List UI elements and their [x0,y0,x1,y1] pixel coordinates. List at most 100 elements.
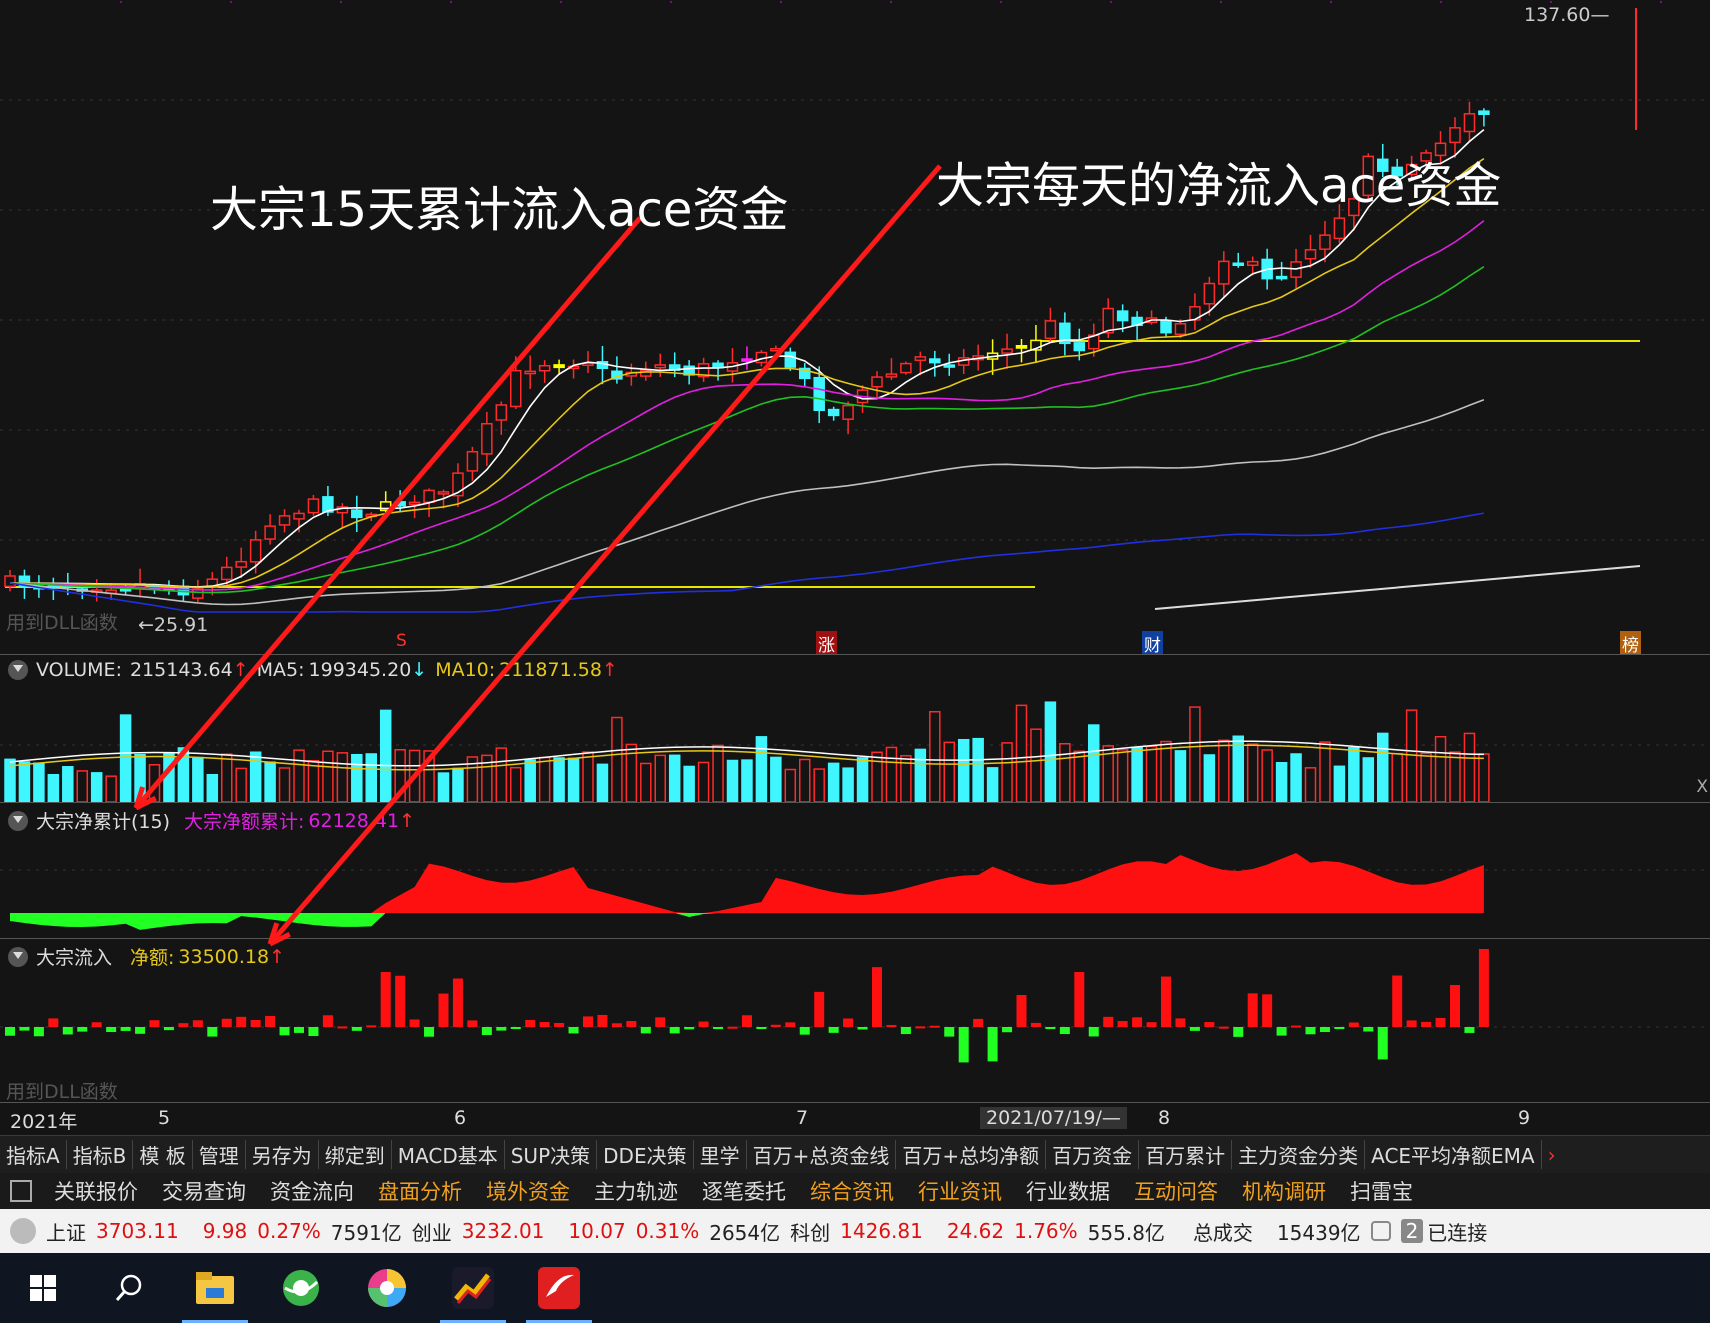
tabs-scroll-right-icon[interactable]: › [1542,1143,1562,1167]
candle-body [943,364,955,368]
volume-bar [322,750,334,802]
function-tab[interactable]: 逐笔委托 [690,1176,798,1206]
search-icon[interactable] [86,1253,172,1323]
indicator-tab[interactable]: 指标B [67,1140,134,1169]
function-tab[interactable]: 扫雷宝 [1338,1176,1425,1206]
function-tab[interactable]: 综合资讯 [798,1176,906,1206]
kline-chart[interactable] [0,0,1710,655]
candle-body [1102,307,1114,334]
marker-zhang[interactable]: 涨 [816,631,837,654]
daily-flow-pane[interactable]: 大宗流入 净额: 33500.18 ↑ 用到DLL函数 [0,939,1710,1103]
scroll-up-icon[interactable] [10,1218,36,1244]
indicator-tab[interactable]: 百万+总资金线 [747,1140,897,1169]
browser-icon[interactable] [258,1253,344,1323]
indicator-tab[interactable]: 另存为 [246,1140,319,1169]
sh-label[interactable]: 上证 [46,1217,86,1246]
candle-body [1333,217,1346,240]
volume-bar [206,773,219,802]
settings-icon[interactable] [1370,1221,1391,1241]
indicator-tab[interactable]: DDE决策 [597,1140,694,1169]
cy-label[interactable]: 创业 [412,1217,452,1246]
close-icon[interactable]: X [1696,777,1708,797]
flow-bar [5,1027,15,1036]
collapse-icon[interactable] [8,660,28,680]
candle-body [1073,342,1086,352]
color-wheel-icon[interactable] [344,1253,430,1323]
function-tab[interactable]: 行业数据 [1014,1176,1122,1206]
indicator-tab[interactable]: 指标A [0,1140,67,1169]
flow-bar [1146,1022,1157,1027]
flow-bar [1030,1022,1041,1027]
indicator-tab[interactable]: 模 板 [133,1140,193,1169]
candle-body [1304,249,1317,260]
marker-bang[interactable]: 榜 [1620,631,1641,654]
axis-month-9: 9 [1518,1107,1531,1129]
windows-start-icon[interactable] [0,1253,86,1323]
indicator-tab[interactable]: MACD基本 [392,1140,505,1169]
flow-bar [1291,1025,1302,1028]
volume-bar [1449,751,1461,802]
function-tab[interactable]: 盘面分析 [366,1176,474,1206]
volume-ma10-value: 211871.58 [499,659,602,681]
volume-bar [654,754,666,802]
function-tab[interactable]: 境外资金 [474,1176,582,1206]
function-tab[interactable]: 行业资讯 [906,1176,1014,1206]
volume-bar [986,767,999,802]
cum-header: 大宗净累计(15) 大宗净额累计: 62128.41 ↑ [8,807,415,834]
kline-pane[interactable]: 用到DLL函数 ←25.91 137.60— S 涨 财 榜 [0,0,1710,655]
indicator-tab[interactable]: 绑定到 [319,1140,392,1169]
flow-bar [1377,1027,1388,1060]
candle-body [914,356,927,362]
volume-value: 215143.64 [129,659,233,681]
candle-body [394,501,406,507]
flow-bar [452,978,463,1027]
indicator-tab[interactable]: SUP决策 [505,1140,598,1169]
flow-bar [713,1027,724,1029]
kc-label[interactable]: 科创 [790,1217,830,1246]
candle-body [1116,310,1129,322]
volume-bar [813,768,825,802]
panel-toggle-icon[interactable] [10,1180,32,1202]
volume-pane[interactable]: VOLUME: 215143.64 ↑ MA5: 199345.20 ↓ MA10:… [0,655,1710,803]
candle-body [1160,320,1172,334]
function-tab[interactable]: 资金流向 [258,1176,366,1206]
function-tab[interactable]: 主力轨迹 [582,1176,690,1206]
flow-bar [1348,1022,1359,1027]
candle-body [871,376,883,388]
volume-bar [726,759,739,802]
collapse-icon[interactable] [8,946,28,967]
marker-s[interactable]: S [396,631,407,651]
file-explorer-icon[interactable] [172,1253,258,1323]
indicator-tab[interactable]: ACE平均净额EMA [1365,1140,1542,1169]
volume-bar [1348,746,1360,802]
flow-bar [539,1022,550,1027]
indicator-tab[interactable]: 百万累计 [1139,1140,1233,1169]
volume-bar [62,766,74,802]
indicator-tab[interactable]: 百万+总均净额 [896,1140,1047,1169]
cumulative-flow-pane[interactable]: 大宗净累计(15) 大宗净额累计: 62128.41 ↑ [0,803,1710,939]
flash-app-icon[interactable] [516,1253,602,1323]
function-tab[interactable]: 交易查询 [150,1176,258,1206]
collapse-icon[interactable] [8,810,28,831]
function-tab[interactable]: 机构调研 [1230,1176,1338,1206]
indicator-tab[interactable]: 百万资金 [1046,1140,1140,1169]
price-high-label: 137.60— [1524,4,1610,26]
marker-cai[interactable]: 财 [1142,631,1163,654]
indicator-tab[interactable]: 管理 [193,1140,246,1169]
cumulative-positive-area [10,853,1484,913]
volume-bar [408,749,421,802]
volume-bar [90,772,103,802]
stock-app-icon[interactable] [430,1253,516,1323]
function-tab[interactable]: 关联报价 [42,1176,150,1206]
candle-body [741,358,753,362]
connection-badge[interactable]: 2 [1400,1219,1424,1243]
flow-bar [1175,1018,1186,1027]
volume-bar [1405,709,1418,802]
candle-body [1232,262,1244,266]
function-tab[interactable]: 互动问答 [1122,1176,1230,1206]
flow-bar [1161,976,1171,1027]
indicator-tab[interactable]: 里学 [694,1140,747,1169]
volume-bar [1304,767,1317,802]
indicator-tab[interactable]: 主力资金分类 [1232,1140,1366,1169]
flow-bar [1334,1027,1345,1029]
